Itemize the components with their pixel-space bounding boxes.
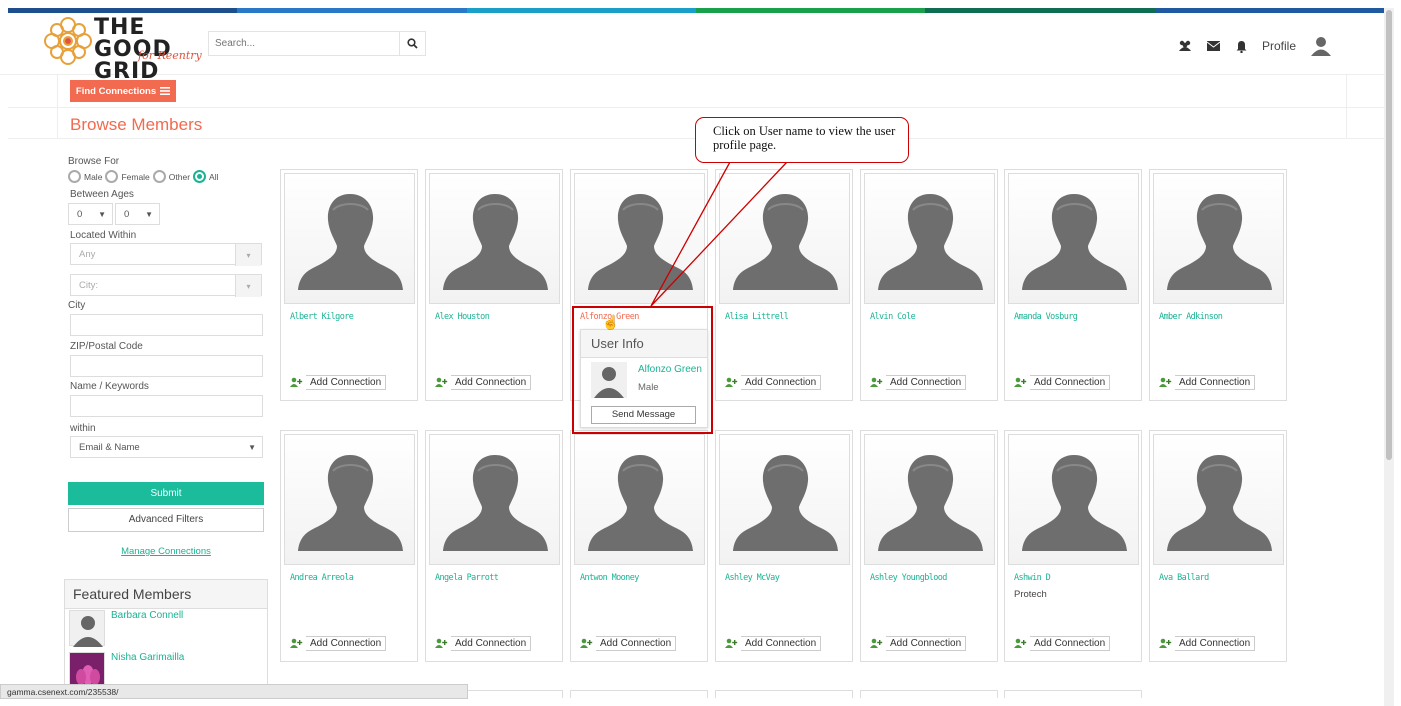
hand-cursor-icon: ☝	[602, 314, 620, 330]
callout-pointer	[650, 161, 788, 307]
status-url: gamma.csenext.com/235538/	[0, 684, 468, 699]
annotation-callout: Click on User name to view the user prof…	[695, 117, 909, 163]
page-scrollbar[interactable]	[1384, 8, 1394, 706]
